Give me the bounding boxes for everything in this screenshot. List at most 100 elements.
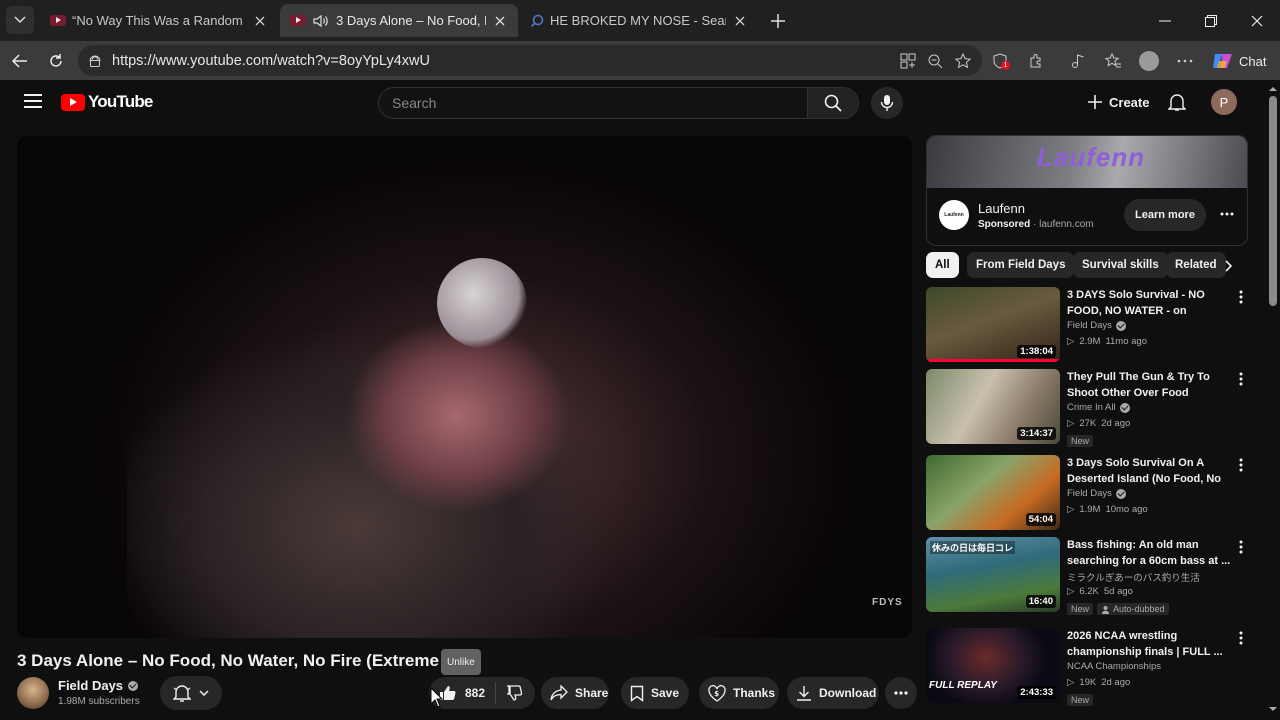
more-vertical-icon xyxy=(1239,458,1243,472)
chip-all[interactable]: All xyxy=(926,252,959,278)
learn-more-button[interactable]: Learn more xyxy=(1124,199,1206,231)
speaker-icon[interactable] xyxy=(312,13,330,29)
notifications-button[interactable] xyxy=(1165,90,1189,114)
tab-actions-menu-button[interactable] xyxy=(6,6,34,34)
auto-dubbed-label: Auto-dubbed xyxy=(1113,604,1165,614)
video-player[interactable]: FDYS xyxy=(17,136,912,638)
channel-name-text: Crime In All xyxy=(1067,402,1116,413)
profile-button[interactable] xyxy=(1137,49,1161,73)
url-field[interactable]: https://www.youtube.com/watch?v=8oyYpLy4… xyxy=(78,45,982,76)
like-count: 882 xyxy=(465,686,486,700)
chevron-right-icon xyxy=(1225,260,1233,272)
video-thumbnail[interactable]: 休みの日は毎日コレ 16:40 xyxy=(926,537,1060,612)
tab-2[interactable]: 3 Days Alone – No Food, No W xyxy=(280,4,518,37)
account-avatar[interactable]: P xyxy=(1211,89,1237,115)
channel-avatar[interactable] xyxy=(17,677,49,709)
recommendation-menu-button[interactable] xyxy=(1233,457,1249,473)
recommendation-item[interactable]: 54:04 3 Days Solo Survival On A Deserted… xyxy=(926,455,1256,533)
recommendation-item[interactable]: 3:14:37 They Pull The Gun & Try To Shoot… xyxy=(926,369,1256,447)
back-button[interactable] xyxy=(6,47,34,75)
video-title: 3 Days Alone – No Food, No Water, No Fir… xyxy=(17,651,447,670)
ad-menu-button[interactable] xyxy=(1217,204,1237,224)
favorite-button[interactable] xyxy=(951,49,975,73)
restore-button[interactable] xyxy=(1188,0,1234,41)
youtube-page: YouTube Search Create P FDYS 3 Days Alon… xyxy=(4,80,1280,720)
recommendation-item[interactable]: 1:38:04 3 DAYS Solo Survival - NO FOOD, … xyxy=(926,287,1256,365)
download-label: Download xyxy=(819,686,877,700)
new-tab-button[interactable] xyxy=(766,0,790,41)
scrollbar-thumb[interactable] xyxy=(1269,96,1277,306)
channel-name-text: NCAA Championships xyxy=(1067,661,1161,672)
address-bar-row: https://www.youtube.com/watch?v=8oyYpLy4… xyxy=(0,41,1280,80)
extension-shield-button[interactable]: 1 xyxy=(988,49,1012,73)
ad-card[interactable]: Laufenn Laufenn Laufenn Sponsored · lauf… xyxy=(926,135,1248,246)
chips-next-button[interactable] xyxy=(1219,256,1239,276)
video-thumbnail[interactable]: 54:04 xyxy=(926,455,1060,530)
scroll-up-icon[interactable] xyxy=(1266,84,1280,94)
bell-icon xyxy=(173,685,191,702)
video-thumbnail[interactable]: 1:38:04 xyxy=(926,287,1060,362)
close-icon[interactable] xyxy=(492,13,508,29)
close-icon[interactable] xyxy=(732,13,748,29)
subscription-notification-button[interactable] xyxy=(160,676,222,710)
copilot-chat-button[interactable]: Chat xyxy=(1207,47,1273,75)
ad-sponsored-line: Sponsored · laufenn.com xyxy=(978,219,1094,230)
share-button[interactable]: Share xyxy=(541,677,609,709)
youtube-icon xyxy=(50,15,66,26)
favorites-button[interactable] xyxy=(1101,49,1125,73)
settings-more-button[interactable] xyxy=(1173,49,1197,73)
scroll-down-icon[interactable] xyxy=(1266,704,1280,714)
close-icon[interactable] xyxy=(252,13,268,29)
recommendation-menu-button[interactable] xyxy=(1233,630,1249,646)
ad-banner-image[interactable]: Laufenn xyxy=(927,136,1247,188)
create-button[interactable]: Create xyxy=(1078,87,1159,117)
browser-tab-bar: “No Way This Was a Random Traff 3 Days A… xyxy=(0,0,1280,41)
extensions-button[interactable] xyxy=(1024,49,1048,73)
recommendation-menu-button[interactable] xyxy=(1233,539,1249,555)
minimize-button[interactable] xyxy=(1142,0,1188,41)
ad-advertiser-name: Laufenn xyxy=(978,201,1025,216)
recommendation-menu-button[interactable] xyxy=(1233,371,1249,387)
translate-icon xyxy=(1102,605,1110,614)
recommendation-item[interactable]: 休みの日は毎日コレ 16:40 Bass fishing: An old man… xyxy=(926,537,1256,615)
dislike-button[interactable] xyxy=(496,685,524,701)
views-icon: ▷ xyxy=(1067,677,1075,688)
page-scrollbar[interactable] xyxy=(1266,80,1280,720)
recommendation-item[interactable]: FULL REPLAY 2:43:33 2026 NCAA wrestling … xyxy=(926,628,1256,706)
views-icon: ▷ xyxy=(1067,504,1075,515)
recommendation-channel: ミラクルぎあーのバス釣り生活 xyxy=(1067,570,1200,584)
search-input[interactable]: Search xyxy=(378,87,808,119)
chip-from-field-days[interactable]: From Field Days xyxy=(967,252,1075,278)
voice-search-button[interactable] xyxy=(871,87,903,119)
recommendation-menu-button[interactable] xyxy=(1233,289,1249,305)
thanks-button[interactable]: $ Thanks xyxy=(699,677,779,709)
video-thumbnail[interactable]: FULL REPLAY 2:43:33 xyxy=(926,628,1060,703)
youtube-logo[interactable]: YouTube xyxy=(61,92,153,112)
music-note-icon xyxy=(1072,54,1084,68)
like-dislike-group: 882 xyxy=(429,677,535,709)
upload-age: 2d ago xyxy=(1101,677,1131,688)
save-button[interactable]: Save xyxy=(621,677,689,709)
more-actions-button[interactable] xyxy=(885,677,917,709)
upload-age: 11mo ago xyxy=(1105,336,1147,347)
guide-menu-button[interactable] xyxy=(24,94,42,108)
media-button[interactable] xyxy=(1066,49,1090,73)
site-info-icon[interactable] xyxy=(88,54,102,68)
search-button[interactable] xyxy=(807,87,859,119)
verified-icon xyxy=(1119,402,1130,413)
tab-1[interactable]: “No Way This Was a Random Traff xyxy=(40,4,278,37)
chip-related[interactable]: Related xyxy=(1166,252,1226,278)
plus-icon xyxy=(771,13,785,28)
video-thumbnail[interactable]: 3:14:37 xyxy=(926,369,1060,444)
close-window-button[interactable] xyxy=(1234,0,1280,41)
channel-watermark[interactable]: FDYS xyxy=(872,597,903,608)
app-available-button[interactable] xyxy=(896,49,920,73)
reload-button[interactable] xyxy=(42,47,70,75)
channel-name[interactable]: Field Days xyxy=(58,678,139,693)
zoom-button[interactable] xyxy=(923,49,947,73)
chip-survival-skills[interactable]: Survival skills xyxy=(1073,252,1168,278)
recommendation-channel: NCAA Championships xyxy=(1067,661,1161,672)
download-button[interactable]: Download xyxy=(787,677,879,709)
tab-3[interactable]: HE BROKED MY NOSE - Search xyxy=(520,4,758,37)
bookmark-icon xyxy=(630,685,644,702)
